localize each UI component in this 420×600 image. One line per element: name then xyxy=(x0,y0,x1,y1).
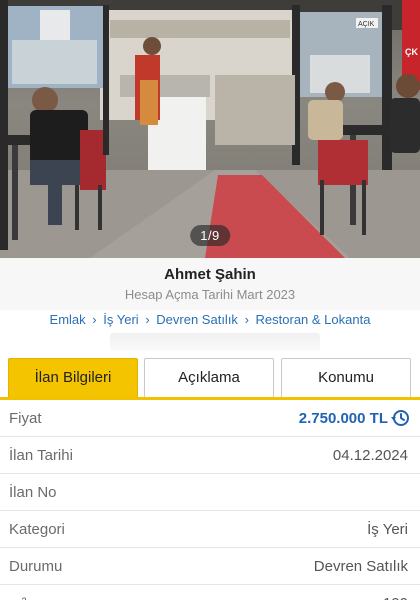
detail-value: İş Yeri xyxy=(367,521,408,538)
detail-value: 04.12.2024 xyxy=(332,447,408,464)
breadcrumb-item-emlak[interactable]: Emlak xyxy=(50,312,86,327)
detail-row-area: m² 100 xyxy=(0,585,420,600)
detail-label: m² xyxy=(9,595,27,600)
listing-photo[interactable]: ÇK AÇIK 1/9 xyxy=(0,0,420,258)
seller-info: Ahmet Şahin Hesap Açma Tarihi Mart 2023 xyxy=(0,258,420,310)
detail-label: Kategori xyxy=(9,521,65,538)
detail-row-status: Durumu Devren Satılık xyxy=(0,548,420,585)
side-sign-text: ÇK xyxy=(405,47,418,57)
detail-row-date: İlan Tarihi 04.12.2024 xyxy=(0,437,420,474)
breadcrumb-item-restoran[interactable]: Restoran & Lokanta xyxy=(256,312,371,327)
price-value: 2.750.000 TL xyxy=(298,410,388,427)
breadcrumb-item-devren-satilik[interactable]: Devren Satılık xyxy=(156,312,238,327)
breadcrumb: Emlak › İş Yeri › Devren Satılık › Resto… xyxy=(0,312,420,334)
detail-label: İlan No xyxy=(9,484,57,501)
listing-details: Fiyat 2.750.000 TL İlan Tarihi 04.12.202… xyxy=(0,400,420,600)
detail-value: Devren Satılık xyxy=(313,558,408,575)
tab-konumu[interactable]: Konumu xyxy=(281,358,411,397)
price-history-icon[interactable] xyxy=(390,408,410,428)
photo-counter: 1/9 xyxy=(190,225,230,246)
breadcrumb-shadow xyxy=(110,333,320,351)
breadcrumb-separator: › xyxy=(244,312,249,327)
detail-label: Fiyat xyxy=(9,410,42,427)
restaurant-photo-illustration: ÇK AÇIK xyxy=(0,0,420,258)
breadcrumb-separator: › xyxy=(145,312,150,327)
breadcrumb-separator: › xyxy=(92,312,97,327)
detail-row-category: Kategori İş Yeri xyxy=(0,511,420,548)
door-sign-text: AÇIK xyxy=(358,21,375,28)
tab-aciklama[interactable]: Açıklama xyxy=(144,358,274,397)
tab-ilan-bilgileri[interactable]: İlan Bilgileri xyxy=(8,358,138,397)
listing-tabs: İlan Bilgileri Açıklama Konumu xyxy=(0,352,420,400)
detail-row-price: Fiyat 2.750.000 TL xyxy=(0,400,420,437)
breadcrumb-item-is-yeri[interactable]: İş Yeri xyxy=(103,312,138,327)
detail-label: İlan Tarihi xyxy=(9,447,73,464)
detail-label: Durumu xyxy=(9,558,63,575)
detail-row-listing-no: İlan No xyxy=(0,474,420,511)
seller-account-date: Hesap Açma Tarihi Mart 2023 xyxy=(124,287,296,302)
seller-name[interactable]: Ahmet Şahin xyxy=(0,266,420,283)
detail-value: 100 xyxy=(383,595,408,600)
